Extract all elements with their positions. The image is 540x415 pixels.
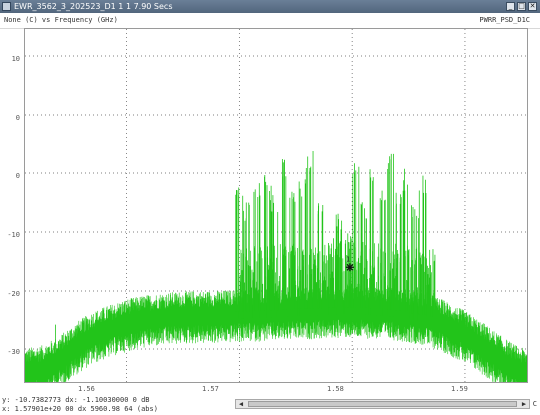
x-tick-label: 1.56 — [78, 385, 95, 393]
spectrum-chart-svg[interactable]: 1 — [25, 29, 527, 382]
scroll-left-arrow-icon[interactable]: ◀ — [236, 400, 246, 408]
burst-peak — [335, 213, 343, 308]
x-tick-label: 1.57 — [202, 385, 219, 393]
spectrum-plot[interactable]: 1 — [24, 28, 528, 383]
marker-label: 1 — [346, 255, 350, 263]
cursor-readout-x: x: 1.57901e+20 00 dx 5960.98 64 (abs) — [2, 405, 158, 413]
y-tick-label: -30 — [7, 348, 20, 356]
close-button[interactable]: ✕ — [528, 2, 537, 11]
scroll-right-arrow-icon[interactable]: ▶ — [519, 400, 529, 408]
corner-marker: C — [532, 400, 537, 408]
y-tick-label: 10 — [11, 55, 20, 63]
horizontal-scrollbar[interactable]: ◀ ▶ — [235, 399, 530, 409]
app-icon[interactable] — [2, 2, 11, 11]
y-tick-label: 0 — [15, 172, 20, 180]
noise-floor-trace — [25, 285, 527, 382]
minimize-button[interactable]: _ — [506, 2, 515, 11]
maximize-button[interactable]: □ — [517, 2, 526, 11]
window-title-bar: EWR_3562_3_202523_D1 1 1 7.90 Secs _ □ ✕ — [0, 0, 540, 13]
x-tick-label: 1.58 — [327, 385, 344, 393]
plot-header: None (C) vs Frequency (GHz) PWRR_PSD_D1C — [0, 13, 540, 29]
y-tick-label: -20 — [7, 290, 20, 298]
plot-description: None (C) vs Frequency (GHz) — [4, 16, 118, 24]
cursor-readout-y: y: -10.7382773 dx: -1.10030000 0 dB — [2, 396, 150, 404]
trace-name: PWRR_PSD_D1C — [479, 16, 530, 24]
window-title: EWR_3562_3_202523_D1 1 1 7.90 Secs — [14, 2, 173, 11]
marker-star-icon[interactable] — [345, 263, 354, 272]
x-tick-label: 1.59 — [451, 385, 468, 393]
y-tick-label: -10 — [7, 231, 20, 239]
y-tick-label: 0 — [15, 114, 20, 122]
burst-peak — [289, 191, 296, 310]
scrollbar-thumb[interactable] — [248, 401, 517, 407]
